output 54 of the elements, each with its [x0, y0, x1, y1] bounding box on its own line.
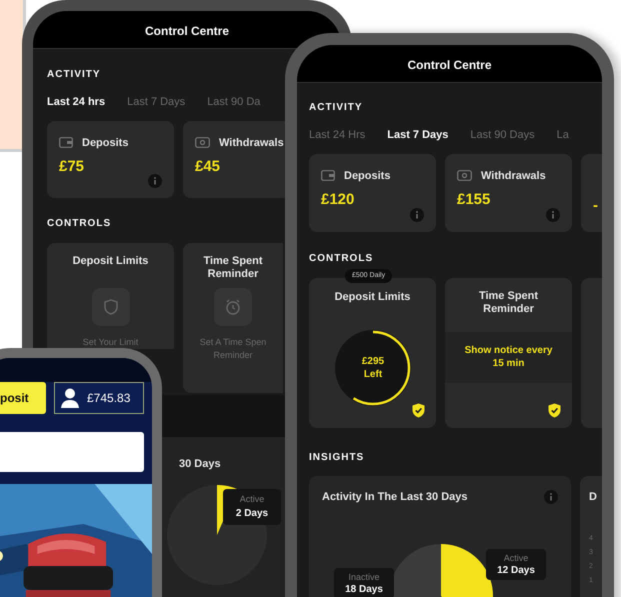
- card-title: Deposit Limits: [334, 290, 410, 304]
- remaining-caption: Left: [364, 368, 382, 380]
- alarm-clock-icon: [214, 288, 252, 326]
- card-title: Activity In The Last 30 Days: [322, 490, 468, 504]
- search-field[interactable]: [0, 432, 144, 472]
- wallet-icon: [59, 137, 73, 148]
- card-title: D: [589, 490, 597, 504]
- balance-button[interactable]: £745.83: [54, 382, 144, 414]
- info-icon[interactable]: [148, 174, 162, 188]
- chart-tooltip: Active 2 Days: [223, 488, 281, 525]
- card-title: 30 Days: [179, 458, 221, 470]
- amount-value: £75: [59, 157, 84, 177]
- info-icon[interactable]: [544, 490, 558, 504]
- card-title: Time Spent Reminder: [478, 290, 540, 316]
- banknote-icon: [457, 170, 472, 182]
- control-card[interactable]: Time Spent Reminder Set A Time Spen Reminder: [183, 242, 283, 392]
- period-tab[interactable]: Last 24 hrs: [47, 94, 106, 110]
- section-heading: CONTROLS: [47, 216, 112, 230]
- section-heading: CONTROLS: [309, 252, 374, 266]
- card-label: Deposits: [82, 136, 128, 150]
- screen-title: Control Centre: [408, 56, 492, 74]
- card-hint: Set Your Limit: [82, 336, 138, 348]
- banknote-icon: [195, 137, 210, 148]
- section-heading: ACTIVITY: [47, 68, 101, 82]
- card-title: Deposit Limits: [72, 254, 150, 268]
- amount-value: -: [593, 196, 598, 216]
- amount-value: £45: [195, 157, 220, 177]
- amount-value: £155: [457, 190, 490, 210]
- card-title: Time Spent Reminder: [202, 254, 264, 280]
- remaining-amount: £295: [362, 354, 384, 368]
- card-label: Deposits: [344, 168, 390, 184]
- shield-check-icon: [548, 402, 561, 418]
- control-card[interactable]: Deposit Limits £295 Left: [309, 278, 436, 428]
- chart-tooltip: Inactive 18 Days: [334, 568, 394, 597]
- card-hint: Set A Time Spen Reminder: [200, 336, 266, 362]
- info-icon[interactable]: [546, 208, 560, 222]
- info-icon[interactable]: [410, 208, 424, 222]
- shield-check-icon: [412, 402, 425, 418]
- card-label: Withdrawals: [481, 168, 546, 184]
- control-card[interactable]: Time Spent Reminder Show notice every 15 min: [445, 278, 572, 428]
- period-tab[interactable]: Last 7 Days: [387, 127, 448, 144]
- notice-text: Show notice every 15 min: [464, 344, 554, 370]
- shield-icon: [92, 288, 130, 326]
- card-label: Withdrawals: [219, 136, 284, 150]
- control-card[interactable]: Deposit Limits Set Your Limit: [47, 242, 174, 348]
- screen-title: Control Centre: [145, 22, 229, 40]
- deposit-button[interactable]: posit: [0, 382, 46, 414]
- section-heading: INSIGHTS: [309, 450, 364, 464]
- chart-tooltip: Active 12 Days: [486, 548, 546, 580]
- section-heading: ACTIVITY: [309, 101, 363, 115]
- wallet-icon: [321, 170, 335, 182]
- amount-value: £120: [321, 190, 354, 210]
- user-icon: [61, 388, 79, 408]
- active-slice: [441, 544, 493, 597]
